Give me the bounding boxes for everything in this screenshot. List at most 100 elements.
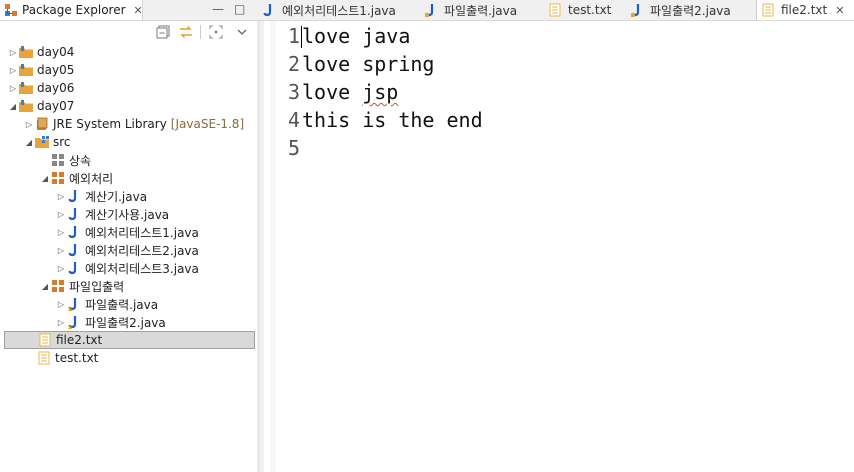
tree-label: day05 <box>37 63 75 77</box>
package-explorer-tab[interactable]: Package Explorer ✕ <box>0 0 143 20</box>
editor-tab-4[interactable]: 파일출력2.java <box>626 0 750 20</box>
line-number: 2 <box>287 52 300 76</box>
java-file-icon <box>66 224 82 240</box>
editor-annotation-ruler <box>270 21 276 472</box>
empty-package-icon <box>50 152 66 168</box>
tree-package-file-io[interactable]: ◢ 파일입출력 <box>40 277 124 295</box>
editor-tab-4-label: 파일출력2.java <box>650 3 731 18</box>
tree-file-java[interactable]: ▷ 예외처리테스트1.java <box>56 223 199 241</box>
tree-label: file2.txt <box>56 333 103 347</box>
package-explorer-panel: ▷ day04 ▷ day05 ▷ day06 ◢ day07 ▷ JRE Sy… <box>0 21 257 472</box>
collapse-arrow-icon[interactable]: ◢ <box>24 138 34 147</box>
tree-label: day04 <box>37 45 75 59</box>
tree-label: 계산기.java <box>85 189 148 204</box>
expand-arrow-icon[interactable]: ▷ <box>56 300 66 309</box>
expand-arrow-icon[interactable]: ▷ <box>8 84 18 93</box>
editor-tab-3[interactable]: test.txt <box>544 0 628 20</box>
collapse-arrow-icon[interactable]: ◢ <box>40 282 50 291</box>
expand-arrow-icon[interactable]: ▷ <box>8 48 18 57</box>
text-file-icon <box>36 350 52 366</box>
close-tab-icon[interactable]: ✕ <box>835 4 844 17</box>
expand-arrow-icon[interactable]: ▷ <box>24 120 34 129</box>
project-folder-icon <box>18 98 34 114</box>
editor-line[interactable]: 5 <box>282 134 302 162</box>
text-file-icon <box>37 332 53 348</box>
text-editor[interactable]: 1 love java 2 love spring 3 love jsp 4 t… <box>260 21 854 472</box>
java-file-icon <box>66 260 82 276</box>
text-file-icon <box>548 2 562 18</box>
tree-project-day05[interactable]: ▷ day05 <box>8 61 74 79</box>
expand-arrow-icon[interactable]: ▷ <box>56 228 66 237</box>
java-file-warning-icon <box>66 314 82 330</box>
tree-src-folder[interactable]: ◢ src <box>24 133 71 151</box>
package-explorer-icon <box>4 2 18 18</box>
package-icon <box>50 278 66 294</box>
expand-arrow-icon[interactable]: ▷ <box>56 210 66 219</box>
tree-package-exceptions[interactable]: ◢ 예외처리 <box>40 169 113 187</box>
tree-label: 예외처리테스트2.java <box>85 243 199 258</box>
tree-file-java[interactable]: ▷ 예외처리테스트3.java <box>56 259 199 277</box>
expand-arrow-icon[interactable]: ▷ <box>8 66 18 75</box>
link-editor-icon[interactable] <box>178 24 194 40</box>
tree-label: 상속 <box>69 153 92 168</box>
collapse-arrow-icon[interactable]: ◢ <box>40 174 50 183</box>
editor-tab-2[interactable]: 파일출력.java <box>420 0 534 20</box>
tree-project-day04[interactable]: ▷ day04 <box>8 43 74 61</box>
tree-project-day06[interactable]: ▷ day06 <box>8 79 74 97</box>
expand-arrow-icon[interactable]: ▷ <box>56 318 66 327</box>
tree-jre-library[interactable]: ▷ JRE System Library [JavaSE-1.8] <box>24 115 244 133</box>
editor-tab-1-label: 예외처리테스트1.java <box>282 3 396 18</box>
tree-file-java[interactable]: ▷ 계산기사용.java <box>56 205 169 223</box>
tree-file-file2-selected[interactable]: file2.txt <box>4 331 255 349</box>
tree-label: 예외처리테스트1.java <box>85 225 199 240</box>
expand-arrow-icon[interactable]: ▷ <box>56 246 66 255</box>
minimize-view-button[interactable]: — <box>212 2 224 16</box>
tree-package-inheritance[interactable]: 상속 <box>40 151 91 169</box>
toolbar-divider <box>200 25 201 39</box>
tree-file-java[interactable]: ▷ 예외처리테스트2.java <box>56 241 199 259</box>
line-text-with-spell-check[interactable]: love jsp <box>302 80 398 104</box>
text-caret <box>301 26 302 48</box>
tree-project-day07[interactable]: ◢ day07 <box>8 97 74 115</box>
collapse-all-icon[interactable] <box>155 24 171 40</box>
tree-file-test[interactable]: test.txt <box>36 349 98 367</box>
java-file-icon <box>66 242 82 258</box>
line-text[interactable]: this is the end <box>302 108 483 132</box>
view-title: Package Explorer <box>22 3 126 17</box>
expand-arrow-icon[interactable]: ▷ <box>56 264 66 273</box>
line-number: 3 <box>287 80 300 104</box>
focus-icon[interactable] <box>208 24 224 40</box>
line-text-prefix: love <box>302 80 363 104</box>
line-number: 1 <box>287 24 300 48</box>
editor-tab-5-label: file2.txt <box>781 3 828 17</box>
editor-tab-3-label: test.txt <box>568 3 612 17</box>
tree-label: 파일입출력 <box>69 279 125 294</box>
editor-line[interactable]: 3 love jsp <box>282 78 398 106</box>
tree-label: 파일출력2.java <box>85 315 166 330</box>
view-menu-icon[interactable] <box>234 24 250 40</box>
collapse-arrow-icon[interactable]: ◢ <box>8 102 18 111</box>
java-file-icon <box>66 188 82 204</box>
maximize-view-button[interactable]: □ <box>234 2 245 16</box>
tree-file-java[interactable]: ▷ 계산기.java <box>56 187 147 205</box>
editor-tab-5-active[interactable]: file2.txt ✕ <box>756 0 854 20</box>
spelling-flagged-word[interactable]: jsp <box>362 80 398 104</box>
java-file-icon <box>424 2 438 18</box>
line-text[interactable]: love spring <box>302 52 434 76</box>
tree-label: day06 <box>37 81 75 95</box>
tree-label: test.txt <box>55 351 99 365</box>
line-text[interactable]: love java <box>302 24 410 48</box>
tree-file-java[interactable]: ▷ 파일출력2.java <box>56 313 166 331</box>
close-view-icon[interactable]: ✕ <box>134 4 143 17</box>
tree-label: JRE System Library <box>53 117 167 131</box>
line-number: 4 <box>287 108 300 132</box>
editor-line[interactable]: 2 love spring <box>282 50 435 78</box>
tree-label: src <box>53 135 71 149</box>
tree-file-java[interactable]: ▷ 파일출력.java <box>56 295 158 313</box>
project-folder-icon <box>18 44 34 60</box>
java-file-icon <box>262 2 276 18</box>
tree-label: 예외처리테스트3.java <box>85 261 199 276</box>
editor-line[interactable]: 4 this is the end <box>282 106 483 134</box>
editor-tab-1[interactable]: 예외처리테스트1.java <box>258 0 408 20</box>
expand-arrow-icon[interactable]: ▷ <box>56 192 66 201</box>
